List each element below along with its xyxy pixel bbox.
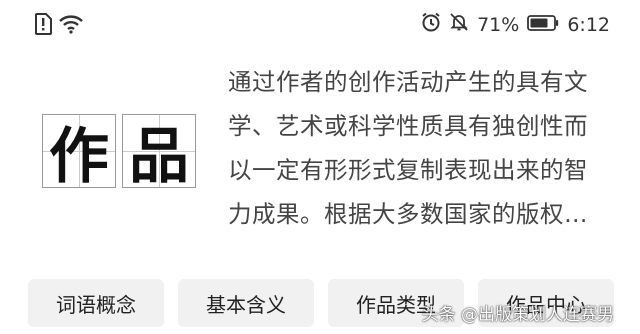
status-right: 71% 6:12 <box>421 12 610 37</box>
watermark: 头条 @出版策划人连赛男 <box>422 300 614 325</box>
status-bar: 71% 6:12 <box>0 0 640 48</box>
battery-percent: 71% <box>477 13 520 36</box>
character-glyph: 品 <box>129 121 189 192</box>
watermark-text: 头条 @出版策划人连赛男 <box>421 305 614 325</box>
character-glyph: 作 <box>49 121 109 192</box>
status-left <box>34 13 84 39</box>
mute-icon <box>449 12 469 37</box>
alarm-icon <box>421 12 441 37</box>
tab-meaning[interactable]: 基本含义 <box>178 279 314 327</box>
tab-concept[interactable]: 词语概念 <box>28 279 164 327</box>
wifi-icon <box>58 14 84 38</box>
character-box: 品 <box>122 114 196 192</box>
battery-icon <box>527 14 559 36</box>
character-box: 作 <box>42 114 116 192</box>
definition-text[interactable]: 通过作者的创作活动产生的具有文学、艺术或科学性质具有独创性而以一定有形形式复制表… <box>228 60 608 236</box>
alert-icon <box>34 13 52 39</box>
status-time: 6:12 <box>567 13 610 36</box>
hero-characters: 作 品 <box>42 114 196 192</box>
